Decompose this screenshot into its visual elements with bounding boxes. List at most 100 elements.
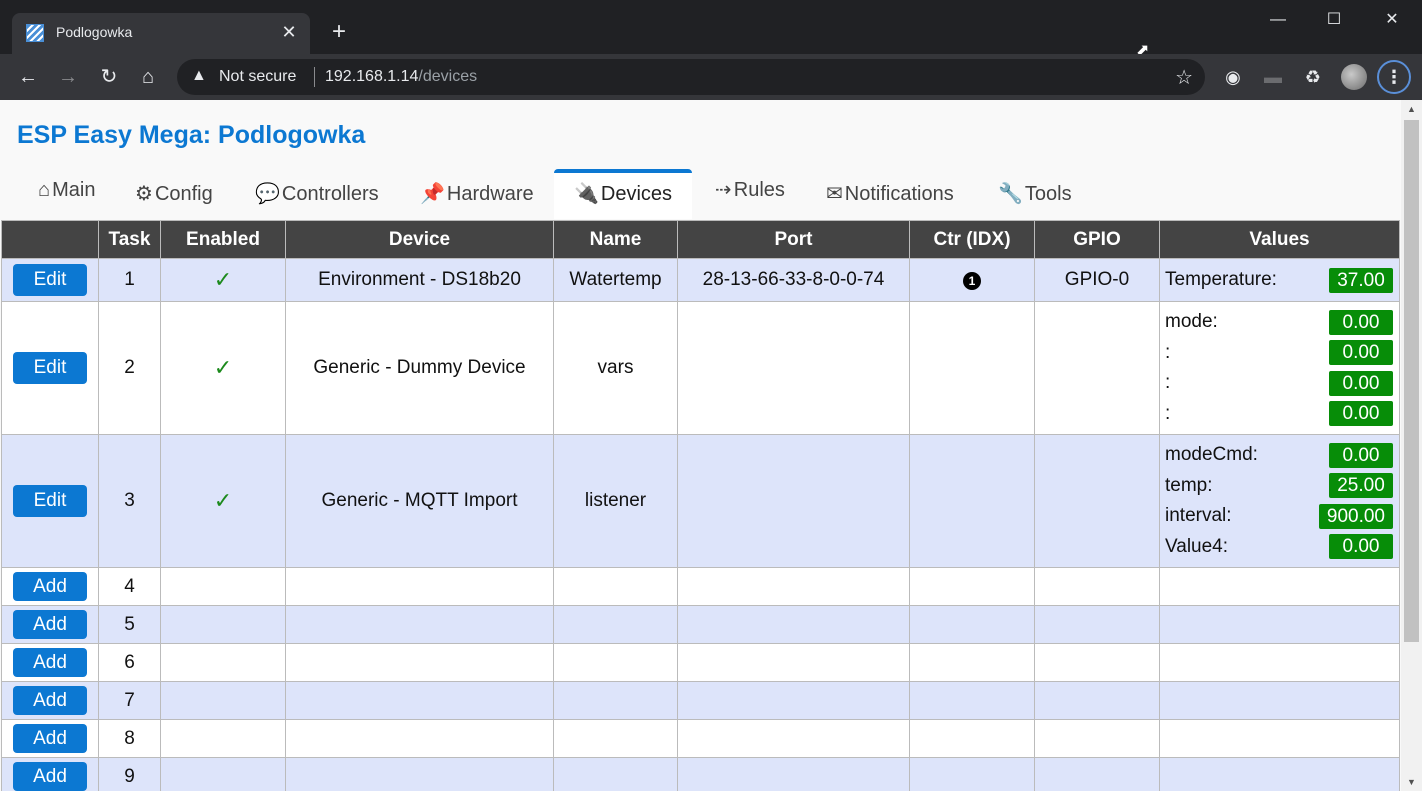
address-bar[interactable]: ▲ Not secure 192.168.1.14/devices ☆	[177, 59, 1205, 95]
tab-hardware-label: Hardware	[446, 183, 534, 205]
empty-cell	[1159, 643, 1400, 682]
tab-close-icon[interactable]: ✕	[278, 21, 300, 43]
empty-cell	[160, 605, 286, 644]
empty-cell	[553, 681, 678, 720]
page-scrollbar[interactable]: ▲ ▼	[1401, 100, 1422, 791]
tab-main[interactable]: ⌂ Main	[38, 164, 95, 216]
tab-rules[interactable]: ⇢ Rules	[715, 164, 785, 216]
add-button[interactable]: Add	[13, 648, 87, 677]
extension-bar-icon[interactable]: ▬	[1260, 64, 1286, 90]
value-badge: 0.00	[1329, 442, 1393, 468]
table-row: Add 8	[1, 719, 1400, 758]
table-header-row: Task Enabled Device Name Port Ctr (IDX) …	[1, 220, 1400, 259]
tab-config[interactable]: ⚙ Config	[135, 168, 213, 220]
tab-devices-label: Devices	[600, 183, 673, 205]
empty-cell	[160, 567, 286, 606]
extension-target-icon[interactable]: ◉	[1220, 64, 1246, 90]
maximize-icon[interactable]: ☐	[1314, 6, 1354, 34]
scroll-down-arrow-icon[interactable]: ▼	[1407, 777, 1416, 787]
value-badge: 0.00	[1329, 309, 1393, 335]
values-cell: mode: 0.00 : 0.00 : 0.00 : 0.00	[1159, 301, 1400, 435]
tab-hardware[interactable]: 📌 Hardware	[420, 168, 534, 220]
gpio-cell	[1034, 301, 1160, 435]
value-row: : 0.00	[1165, 338, 1393, 369]
empty-cell	[677, 567, 910, 606]
value-badge: 0.00	[1329, 370, 1393, 396]
task-cell: 6	[98, 643, 161, 682]
tab-devices[interactable]: 🔌 Devices	[554, 169, 692, 219]
add-button[interactable]: Add	[13, 724, 87, 753]
tab-config-label: Config	[154, 183, 213, 205]
value-badge: 900.00	[1318, 503, 1393, 529]
values-cell: modeCmd: 0.00 temp: 25.00 interval: 900.00 …	[1159, 434, 1400, 568]
scrollbar-thumb[interactable]	[1404, 120, 1419, 642]
value-row: Temperature: 37.00	[1165, 265, 1393, 296]
value-row: interval: 900.00	[1165, 501, 1393, 532]
checkmark-icon: ✓	[213, 488, 233, 513]
omnibox-divider	[314, 67, 315, 87]
edit-button[interactable]: Edit	[13, 352, 87, 384]
empty-cell	[909, 719, 1035, 758]
new-tab-icon[interactable]: +	[326, 18, 352, 46]
column-header-values: Values	[1159, 220, 1400, 259]
profile-avatar[interactable]	[1341, 64, 1367, 90]
tab-tools[interactable]: 🔧 Tools	[998, 168, 1072, 220]
table-row: Edit 2 ✓ Generic - Dummy Device vars mod…	[1, 301, 1400, 435]
browser-toolbar: ← → ↻ ⌂ ▲ Not secure 192.168.1.14/device…	[0, 54, 1422, 100]
edit-button[interactable]: Edit	[13, 485, 87, 517]
empty-cell	[677, 719, 910, 758]
empty-cell	[1159, 567, 1400, 606]
tab-notifications-label: Notifications	[844, 183, 954, 205]
back-arrow-icon[interactable]: ←	[13, 62, 43, 92]
add-button[interactable]: Add	[13, 686, 87, 715]
bookmark-star-icon[interactable]: ☆	[1175, 65, 1193, 90]
tab-controllers-label: Controllers	[281, 183, 379, 205]
table-row: Add 7	[1, 681, 1400, 720]
arrow-icon: ⇢	[715, 179, 732, 201]
empty-cell	[677, 681, 910, 720]
security-label[interactable]: Not secure	[219, 68, 296, 86]
column-header-name: Name	[553, 220, 678, 259]
name-cell: vars	[553, 301, 678, 435]
forward-arrow-icon[interactable]: →	[53, 62, 83, 92]
warning-icon[interactable]: ▲	[191, 67, 207, 85]
action-cell: Edit	[1, 258, 99, 302]
edit-button[interactable]: Edit	[13, 264, 87, 296]
add-button[interactable]: Add	[13, 572, 87, 601]
empty-cell	[553, 719, 678, 758]
tab-notifications[interactable]: ✉ Notifications	[826, 168, 954, 220]
home-icon[interactable]: ⌂	[133, 62, 163, 92]
add-button[interactable]: Add	[13, 762, 87, 791]
enabled-cell: ✓	[160, 301, 286, 435]
empty-cell	[909, 643, 1035, 682]
empty-cell	[160, 643, 286, 682]
task-cell: 7	[98, 681, 161, 720]
add-button[interactable]: Add	[13, 610, 87, 639]
browser-tab[interactable]: Podlogowka ✕	[12, 13, 310, 54]
favicon-icon	[26, 24, 44, 42]
value-label: Value4:	[1165, 535, 1229, 557]
empty-cell	[160, 757, 286, 791]
scroll-up-arrow-icon[interactable]: ▲	[1407, 104, 1416, 114]
table-row: Add 9	[1, 757, 1400, 791]
browser-menu-icon[interactable]: ⋮	[1377, 60, 1411, 94]
empty-cell	[160, 681, 286, 720]
url-text[interactable]: 192.168.1.14/devices	[325, 68, 477, 86]
minimize-icon[interactable]: —	[1258, 6, 1298, 34]
table-row: Add 4	[1, 567, 1400, 606]
tab-controllers[interactable]: 💬 Controllers	[255, 168, 379, 220]
value-label: mode:	[1165, 311, 1218, 333]
table-row: Add 6	[1, 643, 1400, 682]
controller-index-badge: 1	[963, 272, 981, 290]
empty-cell	[677, 757, 910, 791]
devices-table: Task Enabled Device Name Port Ctr (IDX) …	[1, 220, 1400, 791]
value-label: interval:	[1165, 505, 1232, 527]
empty-cell	[1034, 643, 1160, 682]
reload-icon[interactable]: ↻	[94, 62, 124, 92]
checkmark-icon: ✓	[213, 267, 233, 292]
action-cell: Add	[1, 757, 99, 791]
close-window-icon[interactable]: ✕	[1372, 6, 1412, 34]
extensions-puzzle-icon[interactable]: ♻	[1300, 64, 1326, 90]
empty-cell	[1034, 567, 1160, 606]
empty-cell	[553, 567, 678, 606]
